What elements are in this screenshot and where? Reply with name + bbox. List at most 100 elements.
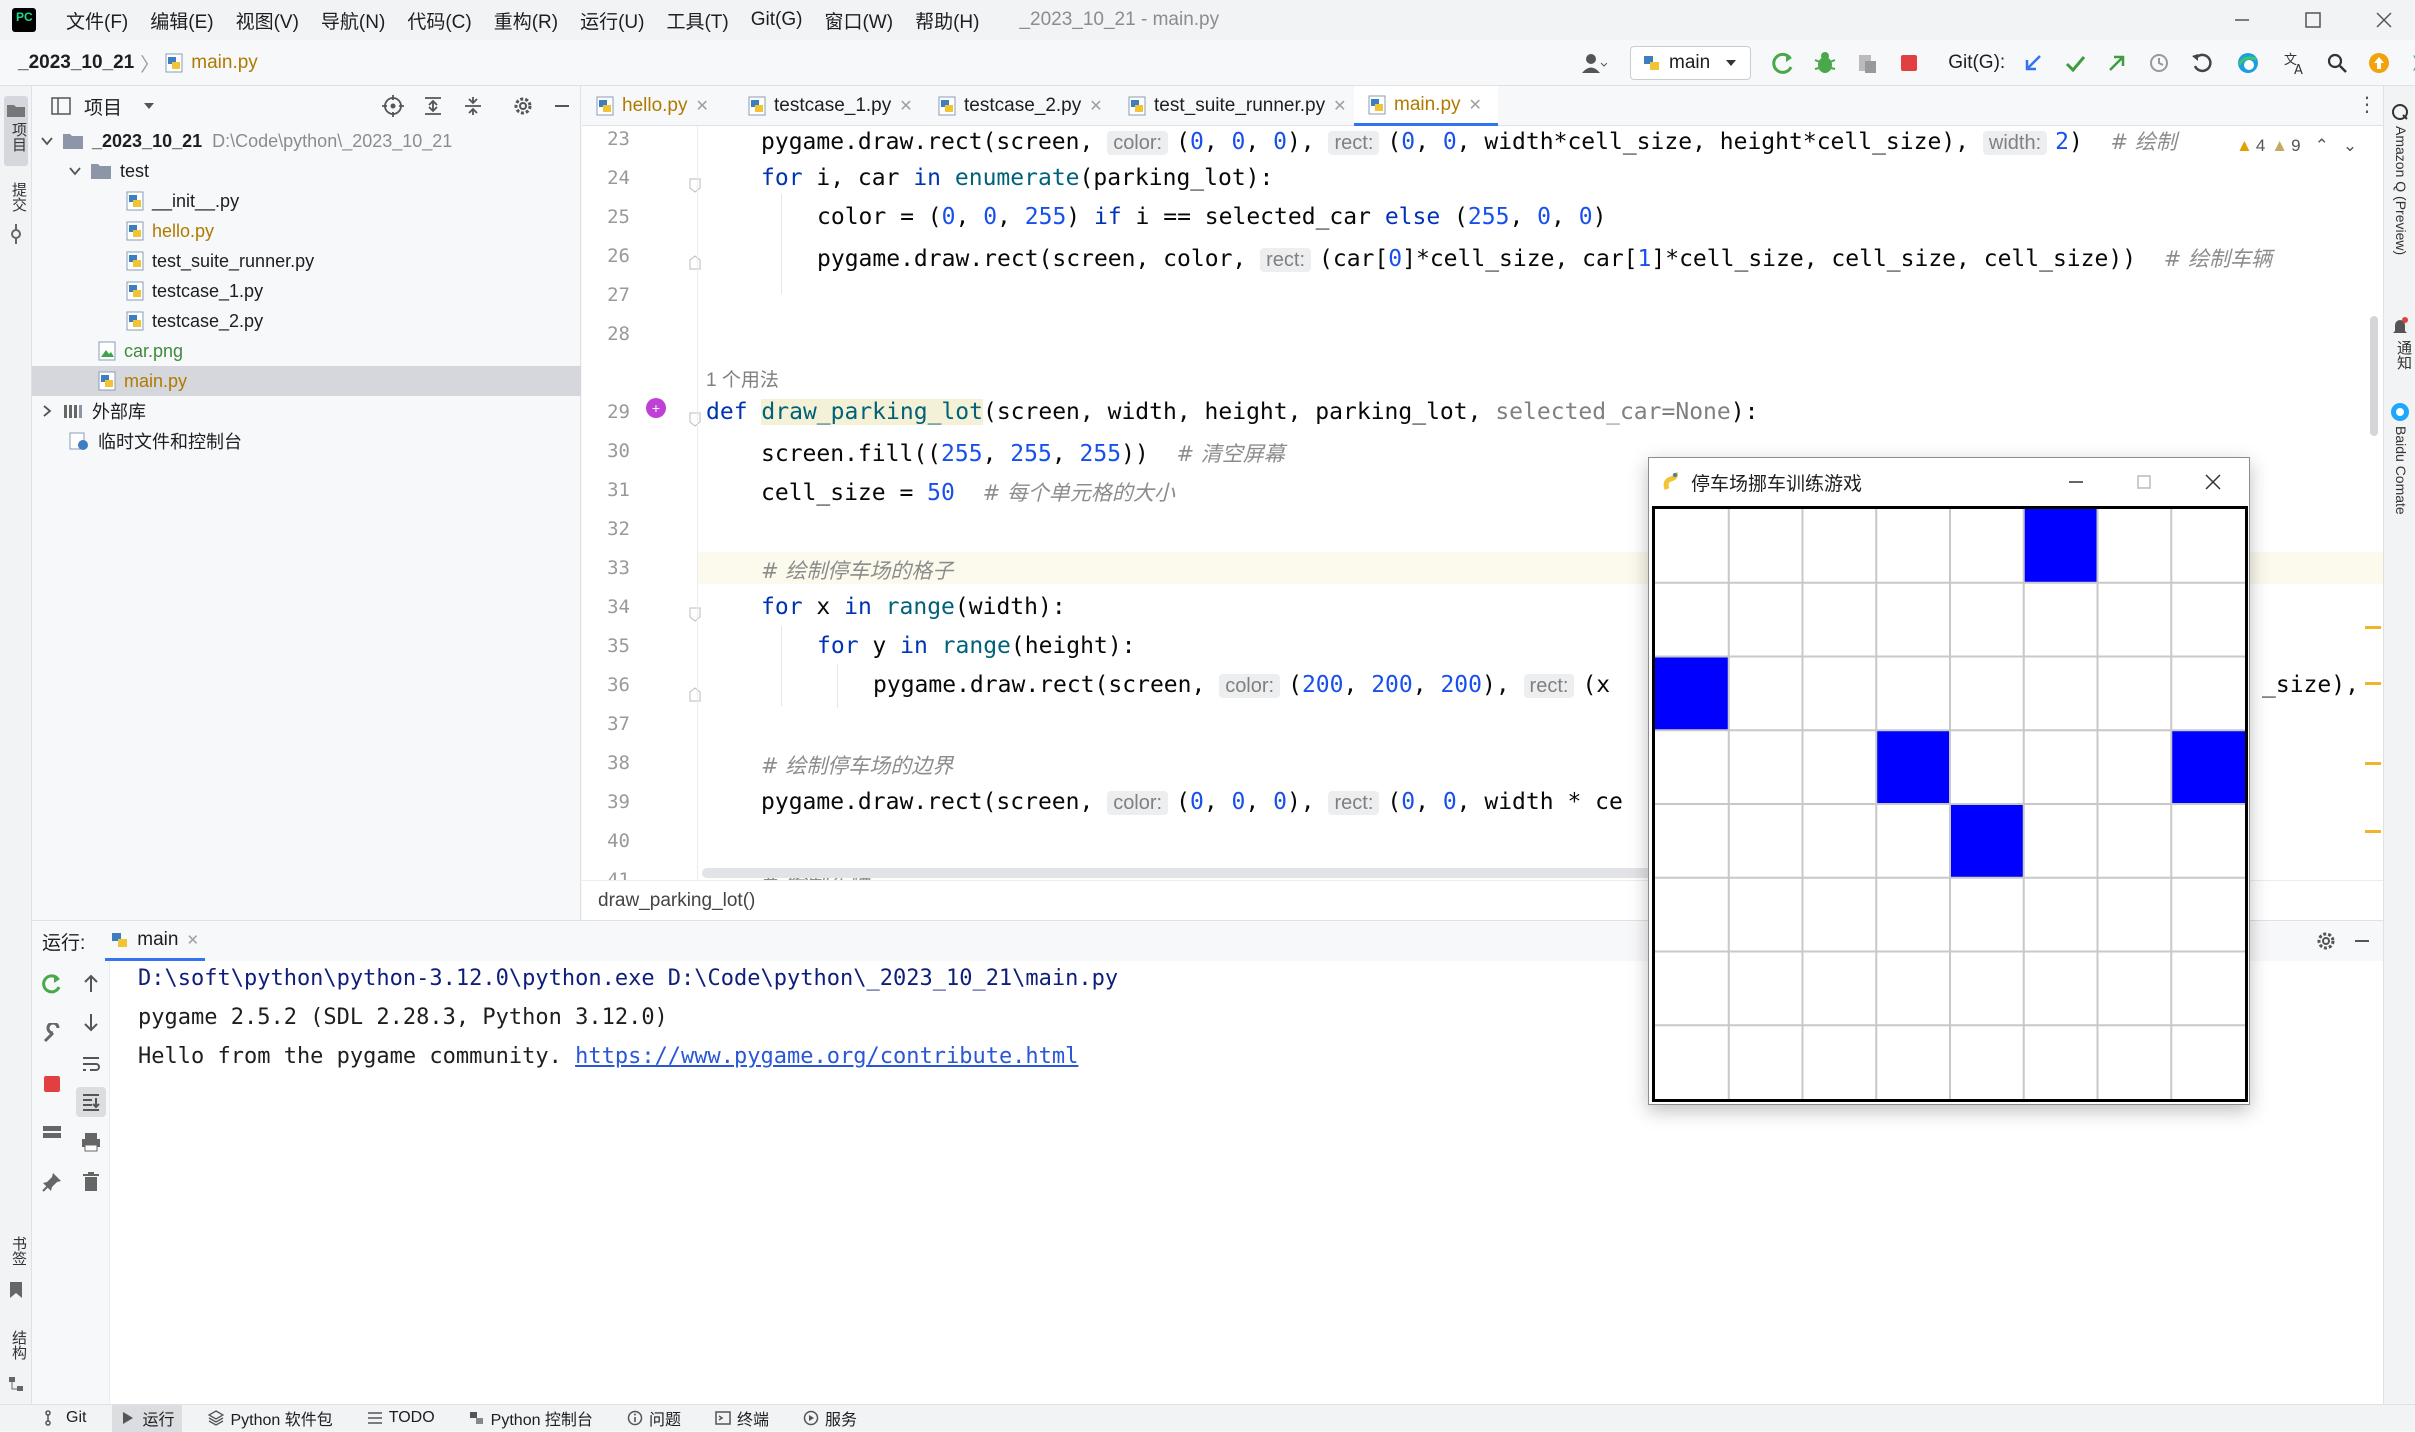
print-icon[interactable] — [80, 1131, 102, 1153]
close-tab-icon[interactable]: ✕ — [1089, 96, 1102, 116]
run-tool-button[interactable]: 运行 — [112, 1404, 183, 1432]
close-tab-icon[interactable]: ✕ — [696, 96, 709, 116]
services-tool-button[interactable]: 服务 — [795, 1405, 865, 1432]
breadcrumb-file[interactable]: main.py — [191, 52, 258, 74]
parking-lot-grid[interactable] — [1652, 506, 2248, 1102]
menu-edit[interactable]: 编辑(E) — [150, 7, 213, 34]
problems-tool-button[interactable]: 问题 — [619, 1405, 689, 1432]
project-panel-title[interactable]: 项目 — [84, 93, 122, 120]
menu-tools[interactable]: 工具(T) — [666, 7, 728, 34]
code-line-36[interactable]: pygame.draw.rect(screen, color: (200, 200… — [873, 672, 1610, 698]
warning-stripe[interactable] — [2365, 626, 2381, 629]
code-line-26[interactable]: pygame.draw.rect(screen, color, rect: (ca… — [817, 243, 2272, 273]
ai-gutter-icon[interactable]: + — [646, 398, 666, 418]
code-line-24[interactable]: for i, car in enumerate(parking_lot): — [761, 165, 1273, 191]
maximize-window-button[interactable] — [2301, 8, 2325, 32]
console-link[interactable]: https://www.pygame.org/contribute.html — [575, 1044, 1078, 1069]
menu-run[interactable]: 运行(U) — [580, 7, 644, 34]
tree-file[interactable]: testcase_1.py — [32, 276, 581, 306]
python-console-tool-button[interactable]: Python 控制台 — [461, 1405, 601, 1432]
tab-hello-py[interactable]: hello.py ✕ — [582, 86, 734, 126]
usages-hint[interactable]: 1 个用法 — [706, 365, 779, 392]
bookmarks-tool-button[interactable]: 书签 — [4, 1236, 28, 1306]
maximize-window-button[interactable] — [2133, 471, 2155, 493]
menu-navigate[interactable]: 导航(N) — [321, 7, 385, 34]
rerun-icon[interactable] — [1769, 49, 1797, 77]
close-tab-icon[interactable]: ✕ — [1333, 96, 1346, 116]
minimize-window-button[interactable] — [2065, 471, 2087, 493]
code-line-35[interactable]: for y in range(height): — [817, 633, 1136, 659]
terminal-tool-button[interactable]: 终端 — [707, 1405, 777, 1432]
chevron-down-icon[interactable]: ⌄ — [2343, 136, 2357, 156]
todo-tool-button[interactable]: TODO — [359, 1405, 443, 1432]
menu-file[interactable]: 文件(F) — [66, 7, 128, 34]
locate-icon[interactable] — [382, 95, 404, 117]
baidu-comate-tool-button[interactable]: Baidu Comate — [2388, 402, 2412, 552]
tree-folder-test[interactable]: test — [32, 156, 581, 186]
git-push-icon[interactable] — [2103, 49, 2131, 77]
expand-all-icon[interactable] — [422, 95, 444, 117]
code-line-30[interactable]: screen.fill((255, 255, 255)) # 清空屏幕 — [761, 438, 1285, 468]
code-line-38[interactable]: # 绘制停车场的边界 — [761, 750, 953, 780]
code-line-34[interactable]: for x in range(width): — [761, 594, 1066, 620]
warning-stripe[interactable] — [2365, 830, 2381, 833]
amazon-q-tool-button[interactable]: Amazon Q (Preview) — [2388, 102, 2412, 302]
fold-marker-icon[interactable] — [688, 178, 702, 194]
tree-root[interactable]: _2023_10_21 D:\Code\python\_2023_10_21 — [32, 126, 581, 156]
code-line-31[interactable]: cell_size = 50 # 每个单元格的大小 — [761, 477, 1175, 507]
code-line-25[interactable]: color = (0, 0, 255) if i == selected_car… — [817, 204, 1606, 230]
update-available-icon[interactable] — [2365, 49, 2393, 77]
pin-icon[interactable] — [41, 1171, 63, 1193]
arrow-down-icon[interactable] — [80, 1011, 102, 1033]
rollback-icon[interactable] — [2187, 49, 2215, 77]
translate-icon[interactable]: 文A — [2281, 49, 2309, 77]
close-window-button[interactable] — [2372, 8, 2396, 32]
run-config-dropdown[interactable]: main — [1630, 46, 1752, 80]
tree-scratches[interactable]: 临时文件和控制台 — [32, 426, 581, 456]
debug-icon[interactable] — [1811, 49, 1839, 77]
menu-view[interactable]: 视图(V) — [236, 7, 299, 34]
more-tabs-icon[interactable]: ⋮ — [2357, 94, 2377, 118]
car-cell[interactable] — [1950, 804, 2024, 878]
commit-tool-button[interactable]: 提交 — [4, 182, 28, 252]
tree-file[interactable]: hello.py — [32, 216, 581, 246]
gear-icon[interactable] — [2315, 930, 2337, 952]
inspection-widget[interactable]: ▲ 4 ▲ 9 ⌃ ⌄ — [2236, 134, 2357, 158]
run-tab-main[interactable]: main ✕ — [105, 921, 206, 961]
breadcrumb-project[interactable]: _2023_10_21 — [18, 52, 134, 74]
python-packages-tool-button[interactable]: Python 软件包 — [200, 1405, 340, 1432]
menu-window[interactable]: 窗口(W) — [824, 7, 893, 34]
close-tab-icon[interactable]: ✕ — [186, 931, 199, 949]
tree-file-main-py[interactable]: main.py — [32, 366, 581, 396]
tab-testcase-2[interactable]: testcase_2.py ✕ — [924, 86, 1114, 126]
trash-icon[interactable] — [80, 1171, 102, 1193]
close-window-button[interactable] — [2202, 471, 2224, 493]
scroll-to-end-toggle[interactable] — [76, 1087, 106, 1117]
stop-icon[interactable] — [1895, 49, 1923, 77]
close-tab-icon[interactable]: ✕ — [1469, 95, 1482, 115]
code-line-23[interactable]: pygame.draw.rect(screen, color: (0, 0, 0)… — [761, 126, 2177, 156]
collapse-all-icon[interactable] — [462, 95, 484, 117]
car-cell[interactable] — [1655, 656, 1729, 731]
car-cell[interactable] — [2171, 730, 2245, 804]
menu-code[interactable]: 代码(C) — [407, 7, 471, 34]
git-tool-button[interactable]: Git — [36, 1405, 94, 1432]
tree-file[interactable]: __init__.py — [32, 186, 581, 216]
warning-stripe[interactable] — [2365, 682, 2381, 685]
git-update-icon[interactable] — [2019, 49, 2047, 77]
car-cell[interactable] — [2023, 509, 2098, 583]
tree-file[interactable]: testcase_2.py — [32, 306, 581, 336]
code-line-39[interactable]: pygame.draw.rect(screen, color: (0, 0, 0)… — [761, 789, 1623, 815]
warning-stripe[interactable] — [2365, 762, 2381, 765]
chevron-down-icon[interactable] — [142, 101, 156, 111]
search-icon[interactable] — [2323, 49, 2351, 77]
history-icon[interactable] — [2145, 49, 2173, 77]
minimize-window-button[interactable] — [2230, 8, 2254, 32]
tree-file[interactable]: test_suite_runner.py — [32, 246, 581, 276]
pygame-window[interactable]: 停车场挪车训练游戏 — [1648, 457, 2250, 1105]
fold-marker-icon[interactable] — [688, 254, 702, 270]
car-cell[interactable] — [1876, 730, 1950, 804]
tab-testcase-1[interactable]: testcase_1.py ✕ — [734, 86, 924, 126]
structure-tool-button[interactable]: 结构 — [4, 1330, 28, 1400]
tree-external-libraries[interactable]: 外部库 — [32, 396, 581, 426]
